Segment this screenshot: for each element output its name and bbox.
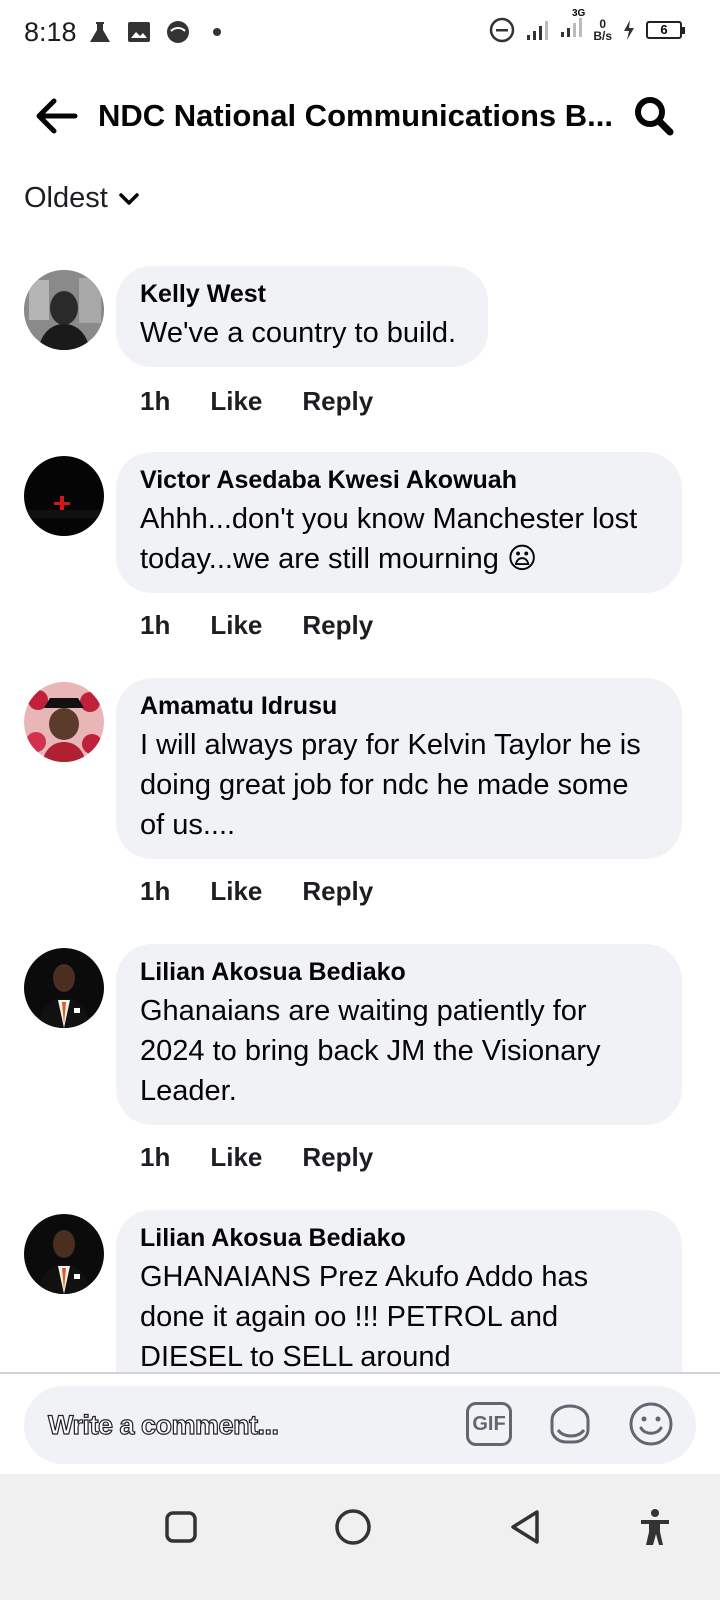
signal-icon — [561, 18, 583, 37]
gif-button[interactable]: GIF — [466, 1402, 512, 1446]
back-button[interactable] — [26, 86, 86, 146]
dot-icon — [212, 28, 221, 36]
comment-time[interactable]: 1h — [140, 1142, 170, 1173]
do-not-disturb-icon — [490, 17, 515, 42]
comment-bubble[interactable]: Lilian Akosua Bediako Ghanaians are wait… — [116, 944, 682, 1125]
app-logo-icon — [166, 21, 189, 43]
like-button[interactable]: Like — [210, 876, 262, 907]
comment-time[interactable]: 1h — [140, 610, 170, 641]
comment-text: GHANAIANS Prez Akufo Addo has done it ag… — [140, 1261, 589, 1373]
battery-level: 6 — [660, 22, 668, 37]
comment-bubble[interactable]: Victor Asedaba Kwesi Akowuah Ahhh...don'… — [116, 452, 682, 593]
reply-button[interactable]: Reply — [302, 876, 373, 907]
home-button[interactable] — [328, 1502, 378, 1552]
avatar[interactable] — [24, 682, 104, 762]
composer-icons: GIF — [466, 1400, 674, 1448]
avatar[interactable] — [24, 1214, 104, 1294]
like-button[interactable]: Like — [210, 386, 262, 417]
comment-actions: 1h Like Reply — [140, 595, 720, 655]
comment-author[interactable]: Lilian Akosua Bediako — [140, 1224, 658, 1253]
emoji-icon[interactable] — [628, 1401, 674, 1447]
search-icon — [635, 97, 674, 136]
comment-actions: 1h Like Reply — [140, 371, 720, 431]
comment: Amamatu Idrusu I will always pray for Ke… — [0, 678, 720, 921]
sort-dropdown[interactable]: Oldest — [24, 182, 140, 215]
like-button[interactable]: Like — [210, 610, 262, 641]
comment-bubble[interactable]: Amamatu Idrusu I will always pray for Ke… — [116, 678, 682, 859]
circle-icon — [335, 1509, 371, 1545]
flask-icon — [89, 22, 110, 42]
gif-label: GIF — [472, 1412, 506, 1435]
system-nav-bar — [0, 1474, 720, 1600]
comment: Victor Asedaba Kwesi Akowuah Ahhh...don'… — [0, 452, 720, 655]
network-type: 3G — [571, 8, 586, 19]
image-icon — [127, 22, 150, 42]
comment-input[interactable]: Write a comment... GIF — [24, 1386, 696, 1464]
comment: Lilian Akosua Bediako Ghanaians are wait… — [0, 944, 720, 1187]
comment-author[interactable]: Kelly West — [140, 280, 456, 309]
comment-author[interactable]: Lilian Akosua Bediako — [140, 958, 658, 987]
square-icon — [165, 1511, 197, 1543]
signal-icon — [527, 20, 549, 40]
back-nav-button[interactable] — [500, 1502, 550, 1552]
comment-author[interactable]: Amamatu Idrusu — [140, 692, 658, 721]
accessibility-button[interactable] — [630, 1502, 680, 1552]
comment-actions: 1h Like Reply — [140, 861, 720, 921]
status-time: 8:18 — [24, 16, 77, 47]
charging-icon — [624, 19, 634, 40]
header: NDC National Communications B... — [0, 76, 720, 156]
recents-button[interactable] — [156, 1502, 206, 1552]
comment-text: Ahhh...don't you know Manchester lost to… — [140, 503, 638, 575]
reply-button[interactable]: Reply — [302, 610, 373, 641]
comment-text: We've a country to build. — [140, 317, 457, 349]
comment-bubble[interactable]: Kelly West We've a country to build. — [116, 266, 489, 367]
battery-icon: 6 — [646, 20, 685, 39]
arrow-left-icon — [36, 98, 78, 134]
comment: Kelly West We've a country to build. 1h … — [0, 266, 720, 431]
page-title: NDC National Communications B... — [98, 98, 613, 133]
status-bar: 8:18 3G 0 B/s 6 — [0, 0, 720, 64]
sort-label: Oldest — [24, 182, 108, 214]
comment-text: I will always pray for Kelvin Taylor he … — [140, 729, 641, 841]
reply-button[interactable]: Reply — [302, 386, 373, 417]
signal-3g: 3G — [559, 8, 585, 43]
like-button[interactable]: Like — [210, 1142, 262, 1173]
comment-time[interactable]: 1h — [140, 386, 170, 417]
avatar[interactable] — [24, 456, 104, 536]
comment-author[interactable]: Victor Asedaba Kwesi Akowuah — [140, 466, 658, 495]
comment-actions: 1h Like Reply — [140, 1127, 720, 1187]
sticker-icon[interactable] — [546, 1400, 594, 1448]
status-notification-icons — [87, 19, 221, 45]
speed-unit: B/s — [593, 28, 612, 43]
avatar[interactable] — [24, 948, 104, 1028]
comment-text: Ghanaians are waiting patiently for 2024… — [140, 995, 601, 1107]
comment-time[interactable]: 1h — [140, 876, 170, 907]
avatar[interactable] — [24, 270, 104, 350]
search-button[interactable] — [628, 90, 680, 142]
chevron-down-icon — [119, 192, 139, 205]
network-speed: 0 B/s — [593, 18, 612, 42]
status-system-icons: 3G 0 B/s 6 — [489, 8, 685, 43]
triangle-back-icon — [511, 1510, 539, 1544]
speed-value: 0 — [599, 16, 606, 31]
reply-button[interactable]: Reply — [302, 1142, 373, 1173]
comment-placeholder: Write a comment... — [47, 1409, 279, 1440]
accessibility-icon — [641, 1509, 669, 1545]
